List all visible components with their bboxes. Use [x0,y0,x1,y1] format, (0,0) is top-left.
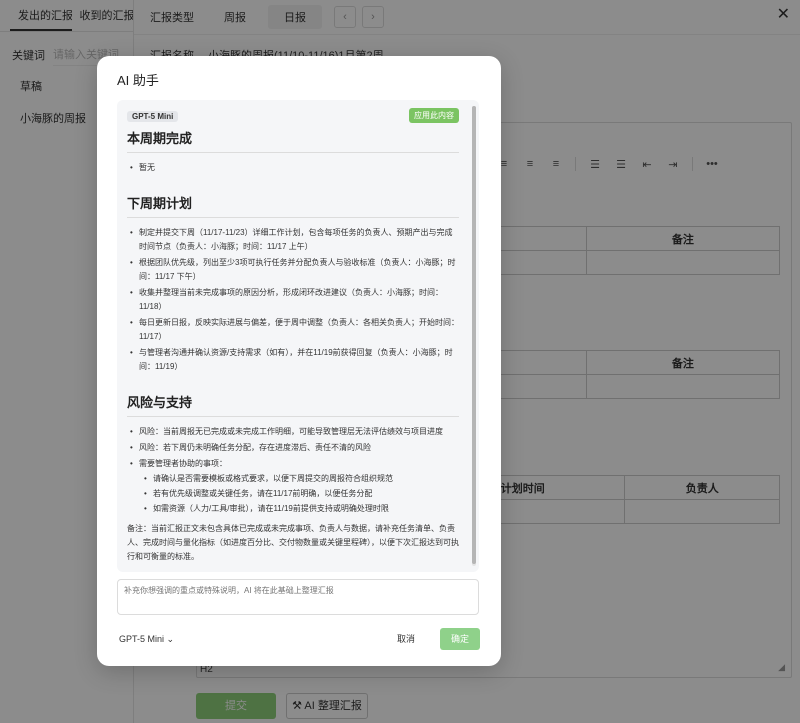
list-item: 风险：若下周仍未明确任务分配，存在进度滞后、责任不清的风险 [127,441,459,455]
support-sub-list: 请确认是否需要模板或格式要求，以便下周提交的周报符合组织规范 若有优先级调整或关… [139,472,459,516]
model-tag: GPT-5 Mini [127,111,179,122]
modal-title: AI 助手 [117,73,159,88]
sub-list-item: 如需资源（人力/工具/审批），请在11/19前提供支持或明确处理时限 [139,502,459,516]
model-select-value: GPT-5 Mini [119,634,165,644]
sub-list-item: 请确认是否需要模板或格式要求，以便下周提交的周报符合组织规范 [139,472,459,486]
supplement-input[interactable] [117,579,479,615]
confirm-button[interactable]: 确定 [440,628,480,650]
cancel-button[interactable]: 取消 [386,628,426,650]
list-item: 根据团队优先级，列出至少3项可执行任务并分配负责人与验收标准（负责人：小海豚；时… [127,256,459,284]
model-select-dropdown[interactable]: GPT-5 Mini ⌄ [119,634,174,645]
list-item: 暂无 [127,161,459,175]
remark-note: 备注：当前汇报正文未包含具体已完成或未完成事项、负责人与数据，请补充任务清单、负… [127,524,459,561]
section-heading-risk-support: 风险与支持 [127,392,459,417]
risk-support-list: 风险：当前周报无已完成或未完成工作明细，可能导致管理层无法评估绩效与项目进度 风… [127,425,459,516]
next-plan-list: 制定并提交下周（11/17-11/23）详细工作计划，包含每项任务的负责人、预期… [127,226,459,374]
list-item: 每日更新日报，反映实际进展与偏差，便于周中调整（负责人：各相关负责人；开始时间：… [127,316,459,344]
ai-assistant-modal: AI 助手 GPT-5 Mini 应用此内容 本周期完成 暂无 下周期计划 制定… [97,56,501,666]
section-heading-completed: 本周期完成 [127,128,459,153]
chevron-down-icon: ⌄ [166,634,175,644]
ai-content-panel: GPT-5 Mini 应用此内容 本周期完成 暂无 下周期计划 制定并提交下周（… [117,100,479,572]
apply-content-button[interactable]: 应用此内容 [409,108,459,123]
section-heading-next-plan: 下周期计划 [127,193,459,218]
sub-list-item: 若有优先级调整或关键任务，请在11/17前明确，以便任务分配 [139,487,459,501]
list-item: 风险：当前周报无已完成或未完成工作明细，可能导致管理层无法评估绩效与项目进度 [127,425,459,439]
list-item-text: 需要管理者协助的事项： [139,459,227,468]
ai-content-inner: GPT-5 Mini 应用此内容 本周期完成 暂无 下周期计划 制定并提交下周（… [117,100,479,572]
scrollbar-thumb[interactable] [472,106,476,564]
completed-list: 暂无 [127,161,459,175]
list-item: 与管理者沟通并确认资源/支持需求（如有），并在11/19前获得回复（负责人：小海… [127,346,459,374]
list-item: 收集并整理当前未完成事项的原因分析，形成闭环改进建议（负责人：小海豚；时间：11… [127,286,459,314]
list-item: 制定并提交下周（11/17-11/23）详细工作计划，包含每项任务的负责人、预期… [127,226,459,254]
list-item: 需要管理者协助的事项： 请确认是否需要模板或格式要求，以便下周提交的周报符合组织… [127,457,459,516]
